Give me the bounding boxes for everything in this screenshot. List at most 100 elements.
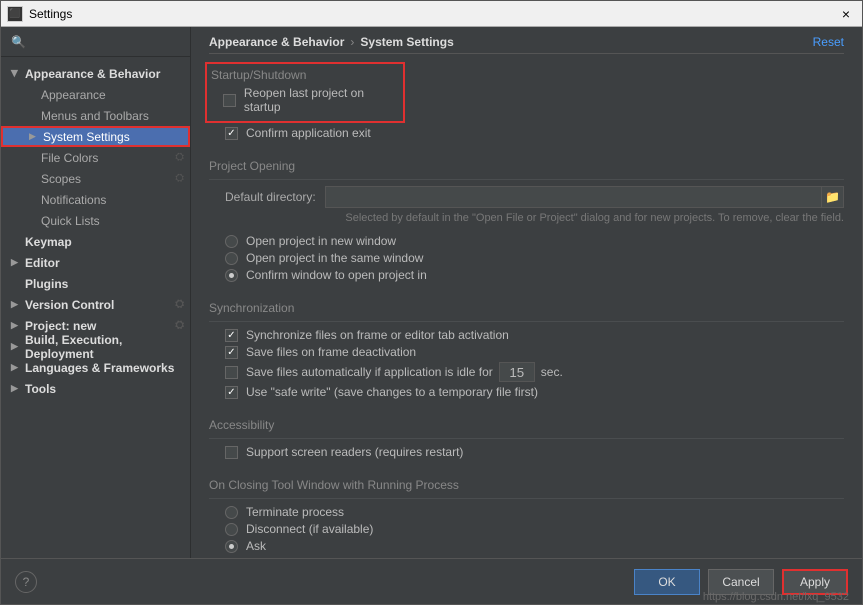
checkbox-screen-readers[interactable] [225, 446, 238, 459]
row-save-frame: Save files on frame deactivation [225, 345, 844, 359]
tree-item-languages-frameworks[interactable]: ▶ Languages & Frameworks [1, 357, 190, 378]
radio-ask[interactable] [225, 540, 238, 553]
tree-item-tools[interactable]: ▶Tools [1, 378, 190, 399]
crumb-root[interactable]: Appearance & Behavior [209, 35, 344, 49]
close-icon[interactable]: × [836, 6, 856, 22]
row-ask: Ask [225, 539, 844, 553]
config-icon: ⛭ [175, 298, 184, 311]
tree-item-menus-and-toolbars[interactable]: Menus and Toolbars [1, 105, 190, 126]
radio-terminate[interactable] [225, 506, 238, 519]
section-startup: Startup/Shutdown Reopen last project on … [209, 62, 844, 143]
tree-item-label: System Settings [43, 130, 130, 144]
tree-item-system-settings[interactable]: ▶ System Settings [1, 126, 190, 147]
tree-item-label: Languages & Frameworks [25, 361, 174, 375]
caret-icon[interactable]: ▶ [11, 257, 18, 268]
config-icon: ⛭ [175, 151, 184, 164]
row-reopen: Reopen last project on startup [223, 86, 403, 114]
tree-item-label: Scopes [41, 172, 81, 186]
tree-item-label: Keymap [25, 235, 72, 249]
section-title-a11y: Accessibility [209, 418, 844, 439]
section-title-opening: Project Opening [209, 159, 844, 180]
tree-item-label: File Colors [41, 151, 98, 165]
row-confirm-exit: Confirm application exit [225, 126, 844, 140]
radio-disconnect[interactable] [225, 523, 238, 536]
caret-icon[interactable]: ▶ [11, 299, 18, 310]
section-title-sync: Synchronization [209, 301, 844, 322]
tree-item-version-control[interactable]: ▶ Version Control ⛭ [1, 294, 190, 315]
row-open-same: Open project in the same window [225, 251, 844, 265]
tree-item-keymap[interactable]: Keymap [1, 231, 190, 252]
tree-item-label: Project: new [25, 319, 96, 333]
tree-item-label: Plugins [25, 277, 68, 291]
tree-item-build-execution-deployment[interactable]: ▶Build, Execution, Deployment [1, 336, 190, 357]
section-a11y: Accessibility Support screen readers (re… [209, 412, 844, 462]
label-save-frame: Save files on frame deactivation [246, 345, 416, 359]
radio-open-same[interactable] [225, 252, 238, 265]
tree-item-scopes[interactable]: Scopes ⛭ [1, 168, 190, 189]
radio-open-new[interactable] [225, 235, 238, 248]
section-sync: Synchronization Synchronize files on fra… [209, 295, 844, 402]
titlebar: ⬛ Settings × [1, 1, 862, 27]
crumb-leaf: System Settings [360, 35, 453, 49]
section-closing: On Closing Tool Window with Running Proc… [209, 472, 844, 556]
tree-item-plugins[interactable]: Plugins [1, 273, 190, 294]
checkbox-save-idle[interactable] [225, 366, 238, 379]
label-default-dir: Default directory: [225, 190, 325, 204]
row-terminate: Terminate process [225, 505, 844, 519]
watermark: https://blog.csdn.net/lxq_9532 [703, 591, 849, 603]
settings-window: ⬛ Settings × 🔍 ▶Appearance & BehaviorApp… [0, 0, 863, 605]
tree-item-label: Menus and Toolbars [41, 109, 149, 123]
checkbox-confirm-exit[interactable] [225, 127, 238, 140]
input-default-dir[interactable] [325, 186, 822, 208]
chevron-right-icon: › [350, 35, 354, 49]
section-title-closing: On Closing Tool Window with Running Proc… [209, 478, 844, 499]
tree-item-file-colors[interactable]: File Colors ⛭ [1, 147, 190, 168]
row-sync-frame: Synchronize files on frame or editor tab… [225, 328, 844, 342]
checkbox-reopen[interactable] [223, 94, 236, 107]
tree-item-label: Version Control [25, 298, 114, 312]
row-disconnect: Disconnect (if available) [225, 522, 844, 536]
radio-open-confirm[interactable] [225, 269, 238, 282]
label-open-confirm: Confirm window to open project in [246, 268, 427, 282]
reset-link[interactable]: Reset [813, 35, 844, 49]
label-sync-frame: Synchronize files on frame or editor tab… [246, 328, 509, 342]
row-save-idle: Save files automatically if application … [225, 362, 844, 382]
label-terminate: Terminate process [246, 505, 344, 519]
search-row: 🔍 [1, 27, 190, 57]
caret-icon[interactable]: ▶ [9, 70, 20, 77]
checkbox-safe-write[interactable] [225, 386, 238, 399]
breadcrumb: Appearance & Behavior › System Settings … [209, 35, 844, 54]
tree-item-label: Quick Lists [41, 214, 100, 228]
caret-icon[interactable]: ▶ [11, 383, 18, 394]
label-save-idle-b: sec. [541, 365, 563, 379]
caret-icon[interactable]: ▶ [29, 131, 36, 142]
search-input[interactable] [30, 35, 180, 49]
help-button[interactable]: ? [15, 571, 37, 593]
tree-item-notifications[interactable]: Notifications [1, 189, 190, 210]
label-safe-write: Use "safe write" (save changes to a temp… [246, 385, 538, 399]
caret-icon[interactable]: ▶ [11, 341, 18, 352]
label-screen-readers: Support screen readers (requires restart… [246, 445, 463, 459]
row-screen-readers: Support screen readers (requires restart… [225, 445, 844, 459]
label-save-idle-a: Save files automatically if application … [246, 365, 493, 379]
caret-icon[interactable]: ▶ [11, 320, 18, 331]
tree-item-appearance[interactable]: Appearance [1, 84, 190, 105]
row-open-confirm: Confirm window to open project in [225, 268, 844, 282]
config-icon: ⛭ [175, 172, 184, 185]
checkbox-sync-frame[interactable] [225, 329, 238, 342]
settings-tree: ▶Appearance & BehaviorAppearance Menus an… [1, 57, 190, 558]
ok-button[interactable]: OK [634, 569, 700, 595]
tree-item-appearance-behavior[interactable]: ▶Appearance & Behavior [1, 63, 190, 84]
tree-item-quick-lists[interactable]: Quick Lists [1, 210, 190, 231]
browse-folder-icon[interactable]: 📁 [822, 186, 844, 208]
label-open-same: Open project in the same window [246, 251, 423, 265]
caret-icon[interactable]: ▶ [11, 362, 18, 373]
label-confirm-exit: Confirm application exit [246, 126, 371, 140]
content-panel: Appearance & Behavior › System Settings … [191, 27, 862, 558]
tree-item-label: Notifications [41, 193, 106, 207]
checkbox-save-frame[interactable] [225, 346, 238, 359]
input-idle-seconds[interactable] [499, 362, 535, 382]
label-open-new: Open project in new window [246, 234, 396, 248]
row-default-dir: Default directory: 📁 [225, 186, 844, 208]
tree-item-editor[interactable]: ▶Editor [1, 252, 190, 273]
